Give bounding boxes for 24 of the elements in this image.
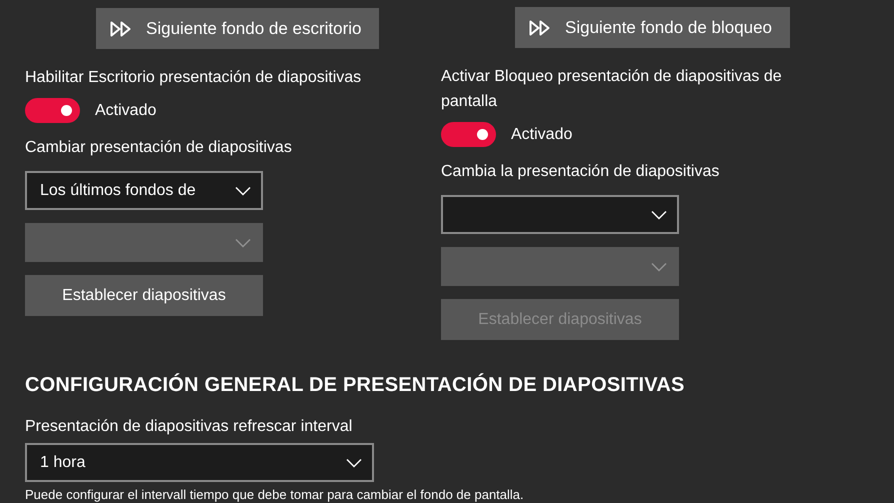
dropdown[interactable]: Los últimos fondos de xyxy=(25,171,263,210)
dropdown[interactable]: 1 hora xyxy=(25,443,374,482)
chevron-down-icon xyxy=(651,262,667,272)
toggle-switch[interactable] xyxy=(25,98,80,123)
setting-label: Cambia la presentación de diapositivas xyxy=(441,162,720,182)
chevron-down-icon xyxy=(235,238,251,248)
chevron-down-icon xyxy=(346,458,362,468)
toggle-state-label: Activado xyxy=(511,125,572,145)
toggle-switch[interactable] xyxy=(441,122,496,147)
setting-label: Cambiar presentación de diapositivas xyxy=(25,138,293,158)
chevron-down-icon xyxy=(651,210,667,220)
setting-label: Activar Bloqueo presentación de diapositivas de pantalla xyxy=(441,67,783,112)
next-background-button[interactable]: Siguiente fondo de escritorio xyxy=(96,8,380,49)
next-background-button[interactable]: Siguiente fondo de bloqueo xyxy=(515,7,790,48)
setting-label: Habilitar Escritorio presentación de diapositivas xyxy=(25,68,362,88)
section-heading: CONFIGURACIÓN GENERAL DE PRESENTACIÓN DE DIAPOSITIVAS xyxy=(25,372,686,398)
fast-forward-icon xyxy=(110,20,132,36)
set-slideshow-button[interactable]: Establecer diapositivas xyxy=(25,275,263,316)
chevron-down-icon xyxy=(235,186,251,196)
toggle-state-label: Activado xyxy=(95,101,156,121)
setting-label: Presentación de diapositivas refrescar interval xyxy=(25,417,354,437)
dropdown[interactable] xyxy=(441,195,679,234)
hint-text: Puede configurar el intervall tiempo que debe tomar para cambiar el fondo de pantalla. xyxy=(25,486,525,503)
fast-forward-icon xyxy=(529,20,551,36)
